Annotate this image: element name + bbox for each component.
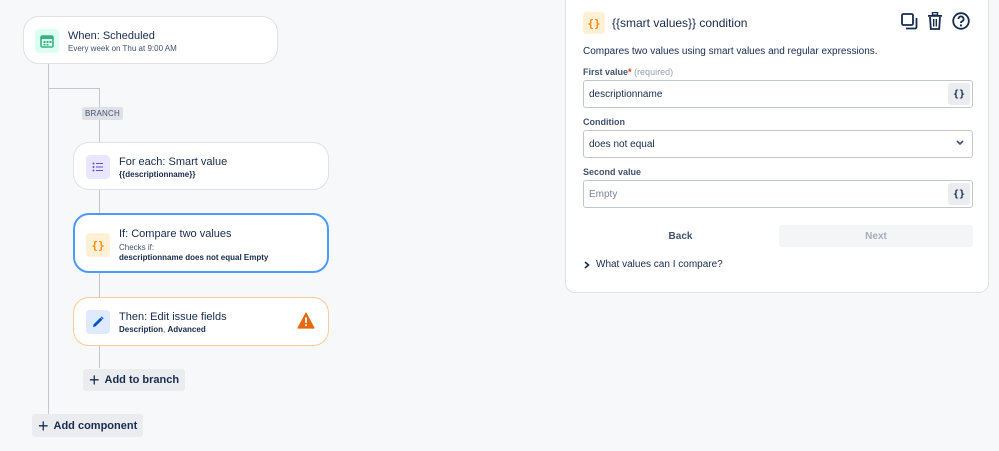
add-to-branch-label: Add to branch — [104, 374, 180, 386]
expander-label: What values can I compare? — [596, 259, 723, 270]
compare-help-expander[interactable]: What values can I compare? — [584, 259, 723, 270]
trigger-card[interactable]: When: Scheduled Every week on Thu at 9:0… — [23, 16, 278, 64]
warning-icon[interactable] — [297, 312, 315, 334]
next-button[interactable]: Next — [779, 225, 973, 247]
then-detail-advanced: Advanced — [167, 325, 206, 334]
panel-toolbar — [900, 12, 970, 30]
for-each-subtitle: {{descriptionname}} — [119, 170, 196, 179]
for-each-card[interactable]: For each: Smart value {{descriptionname}… — [73, 142, 329, 190]
first-value-label-text: First value — [583, 67, 629, 77]
pencil-icon — [86, 310, 110, 334]
trash-icon[interactable] — [926, 12, 944, 30]
condition-value: does not equal — [589, 138, 655, 150]
smart-value-button[interactable]: {} — [948, 83, 970, 105]
if-compare-card[interactable]: {} If: Compare two values Checks if: des… — [73, 213, 329, 273]
then-edit-card[interactable]: Then: Edit issue fields Description, Adv… — [73, 297, 329, 346]
braces-icon: {} — [583, 12, 605, 34]
condition-label: Condition — [583, 117, 625, 127]
braces-icon: {} — [86, 233, 110, 257]
then-detail: Description, Advanced — [119, 325, 206, 335]
add-component-button[interactable]: + Add component — [32, 414, 144, 437]
for-each-title: For each: Smart value — [119, 156, 228, 168]
plus-icon: + — [89, 370, 100, 390]
add-component-label: Add component — [53, 419, 138, 432]
smart-value-button[interactable]: {} — [948, 183, 970, 205]
branch-curve — [48, 88, 99, 89]
required-hint: (required) — [634, 67, 674, 77]
trigger-subtitle: Every week on Thu at 9:00 AM — [68, 44, 177, 53]
calendar-icon — [35, 29, 59, 53]
branch-badge: BRANCH — [82, 107, 123, 120]
condition-select[interactable]: does not equal — [583, 130, 973, 158]
second-value-placeholder: Empty — [589, 188, 618, 200]
first-value-input[interactable]: descriptionname {} — [583, 80, 973, 108]
condition-panel: {} {{smart values}} condition Compares t… — [565, 0, 989, 293]
list-icon — [86, 155, 110, 179]
trunk-line — [48, 64, 49, 414]
add-to-branch-button[interactable]: + Add to branch — [83, 369, 186, 391]
chevron-right-icon — [584, 260, 590, 269]
plus-icon: + — [38, 415, 49, 436]
duplicate-icon[interactable] — [900, 12, 918, 30]
first-value-text: descriptionname — [589, 88, 663, 100]
panel-description: Compares two values using smart values a… — [583, 46, 878, 57]
second-value-input[interactable]: Empty {} — [583, 180, 973, 208]
if-checks-label: Checks if: — [119, 243, 155, 252]
required-mark: * — [628, 67, 632, 77]
second-value-label: Second value — [583, 167, 642, 177]
if-title: If: Compare two values — [119, 228, 232, 240]
then-title: Then: Edit issue fields — [119, 311, 227, 323]
panel-title: {{smart values}} condition — [612, 16, 748, 30]
if-detail: descriptionname does not equal Empty — [119, 253, 269, 262]
chevron-down-icon — [956, 138, 964, 148]
trigger-title: When: Scheduled — [68, 30, 155, 42]
back-button[interactable]: Back — [583, 225, 778, 247]
help-icon[interactable] — [952, 12, 970, 30]
then-detail-description: Description — [119, 325, 164, 334]
first-value-label: First value* (required) — [583, 67, 673, 77]
